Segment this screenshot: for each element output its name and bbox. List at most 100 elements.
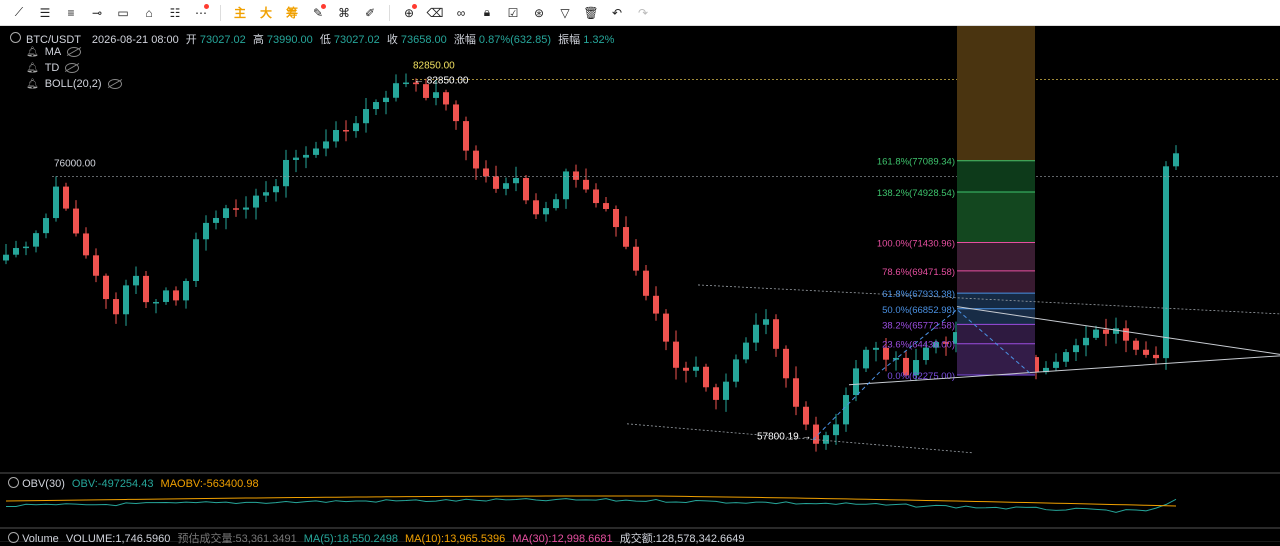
candle-body	[93, 255, 99, 276]
tool-text-0[interactable]: 主	[229, 2, 251, 24]
zoom-icon[interactable]: ⊕	[398, 2, 420, 24]
candle-body	[313, 148, 319, 155]
candle-body	[603, 203, 609, 210]
candle-body	[383, 97, 389, 103]
candle-body	[533, 200, 539, 215]
path-icon[interactable]: ⋯	[190, 2, 212, 24]
candle-body	[483, 168, 489, 177]
candle-body	[403, 82, 409, 85]
eye-hidden-icon[interactable]	[67, 47, 82, 57]
candle-body	[763, 319, 769, 325]
fib-zone	[957, 270, 1035, 294]
candle-body	[783, 348, 789, 379]
candle-body	[1093, 329, 1099, 338]
settings-circle-icon[interactable]	[10, 32, 21, 43]
pencil-icon[interactable]: ✐	[359, 2, 381, 24]
candle-body	[283, 159, 289, 187]
candle-body	[493, 176, 499, 189]
candle-body	[503, 183, 509, 189]
price-chart[interactable]: 76000.0082850.00← 82850.0057800.19 →161.…	[0, 26, 1280, 542]
maobv-value: MAOBV:-563400.98	[160, 478, 259, 490]
fib-zone	[957, 242, 1035, 271]
candle-body	[853, 368, 859, 396]
bell-icon[interactable]: 🔔︎	[26, 47, 39, 58]
indicator-boll[interactable]: 🔔︎ BOLL(20,2)	[26, 78, 122, 90]
horizontal-lines-icon[interactable]: ☰	[34, 2, 56, 24]
bell-icon[interactable]: 🔔︎	[26, 63, 39, 74]
candle-body	[253, 195, 259, 208]
candle-body	[373, 102, 379, 110]
candle-body	[183, 281, 189, 301]
obv-header: OBV(30) OBV:-497254.43 MAOBV:-563400.98	[8, 476, 259, 490]
indicator-td[interactable]: 🔔︎ TD	[26, 62, 80, 74]
candle-body	[63, 186, 69, 209]
candle-body	[453, 104, 459, 122]
fib-level-label: 23.6%(64436.00)	[882, 340, 955, 351]
change-value: 0.87%(632.85)	[478, 34, 552, 46]
candle-body	[343, 130, 349, 132]
candle-body	[873, 347, 879, 350]
candle-body	[1123, 328, 1129, 341]
fib-icon[interactable]: ☷	[164, 2, 186, 24]
candle-body	[53, 186, 59, 219]
candle-body	[643, 270, 649, 296]
candle-body	[633, 246, 639, 271]
eraser-icon[interactable]: ⌫	[424, 2, 446, 24]
bell-icon[interactable]: 🔔︎	[26, 79, 39, 90]
link-icon[interactable]: ∞	[450, 2, 472, 24]
eye-hidden-icon[interactable]	[65, 63, 80, 73]
overlay: 76000.0082850.00← 82850.0057800.19 →161.…	[0, 26, 1280, 542]
filter-icon[interactable]: ▽	[554, 2, 576, 24]
candle-body	[73, 208, 79, 234]
candle-body	[583, 179, 589, 190]
candle-body	[743, 342, 749, 360]
eye-hidden-icon[interactable]	[107, 79, 122, 89]
candle-body	[1153, 354, 1159, 359]
note-icon[interactable]: ☑	[502, 2, 524, 24]
high-marker: ← 82850.00	[414, 75, 469, 86]
candle-body	[43, 218, 49, 234]
candle-body	[713, 387, 719, 400]
pattern-icon[interactable]: ⌂	[138, 2, 160, 24]
high-value: 73990.00	[266, 34, 313, 46]
measure-icon[interactable]: ⊛	[528, 2, 550, 24]
brush-icon[interactable]: ✎	[307, 2, 329, 24]
tool-text-1[interactable]: 大	[255, 2, 277, 24]
indicator-ma[interactable]: 🔔︎ MA	[26, 46, 82, 58]
settings-circle-icon[interactable]	[8, 477, 19, 488]
candle-body	[573, 171, 579, 180]
candle-body	[393, 83, 399, 98]
ma5-value: MA(5):18,550.2498	[303, 533, 398, 545]
volume-header: Volume VOLUME:1,746.5960 预估成交量:53,361.34…	[8, 530, 744, 546]
fib-level-label: 161.8%(77089.34)	[877, 157, 955, 168]
candle-body	[1073, 345, 1079, 353]
drawing-toolbar: ⟋ ☰ ≡ ⊸ ▭ ⌂ ☷ ⋯ 主大筹 ✎ ⌘ ✐ ⊕ ⌫ ∞ 🔒︎ ☑ ⊛ ▽ 🗑︎ ↶ ↷	[0, 0, 1280, 26]
candle-body	[513, 178, 519, 184]
candle-body	[663, 313, 669, 342]
symbol-label: BTC/USDT	[26, 34, 81, 46]
fib-zone-top	[957, 26, 1035, 161]
lock-icon[interactable]: 🔒︎	[476, 2, 498, 24]
candle-body	[683, 367, 689, 371]
parallel-channel-icon[interactable]: ≡	[60, 2, 82, 24]
undo-icon[interactable]: ↶	[606, 2, 628, 24]
candle-body	[33, 233, 39, 247]
candle-body	[563, 171, 569, 200]
trash-icon[interactable]: 🗑︎	[580, 2, 602, 24]
redo-icon[interactable]: ↷	[632, 2, 654, 24]
candle-body	[793, 378, 799, 407]
magnet-icon[interactable]: ⌘	[333, 2, 355, 24]
settings-circle-icon[interactable]	[8, 532, 19, 543]
trend-line-icon[interactable]: ⟋	[8, 2, 30, 24]
candle-body	[213, 217, 219, 223]
candle-body	[823, 435, 829, 444]
low-value: 73027.02	[333, 34, 380, 46]
amplitude-value: 1.32%	[583, 34, 615, 46]
horizontal-ray-icon[interactable]: ⊸	[86, 2, 108, 24]
candle-body	[1163, 166, 1169, 359]
fib-level-label: 38.2%(65772.58)	[882, 320, 955, 331]
candle-body	[1143, 349, 1149, 355]
tool-text-2[interactable]: 筹	[281, 2, 303, 24]
rectangle-icon[interactable]: ▭	[112, 2, 134, 24]
candle-body	[673, 341, 679, 368]
